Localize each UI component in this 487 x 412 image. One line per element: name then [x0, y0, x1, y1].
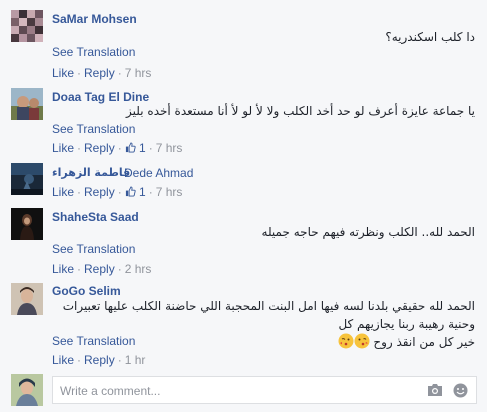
like-link[interactable]: Like — [52, 262, 74, 276]
reply-link[interactable]: Reply — [84, 141, 115, 155]
like-link[interactable]: Like — [52, 353, 74, 367]
commenter-name[interactable]: Doaa Tag El Dine — [52, 90, 149, 104]
comment-input[interactable]: Write a comment... — [52, 376, 477, 404]
comment-actions: Like · Reply · 1 hr — [52, 353, 146, 367]
see-translation-link[interactable]: See Translation — [52, 242, 135, 256]
thumbs-up-icon — [125, 142, 136, 153]
comment-text: يا جماعة عايزة أعرف لو حد أخد الكلب ولا … — [126, 104, 475, 118]
commenter-name[interactable]: ShaheSta Saad — [52, 210, 139, 224]
avatar[interactable] — [11, 208, 43, 240]
comment-text: دا كلب اسكندريه؟ — [385, 30, 475, 44]
like-link[interactable]: Like — [52, 66, 74, 80]
smiley-icon[interactable] — [453, 383, 468, 398]
like-link[interactable]: Like — [52, 185, 74, 199]
comment-text-line: خير كل من انقذ روح — [373, 335, 475, 349]
thumbs-up-icon — [125, 186, 136, 197]
comment-text: الحمد لله.. الكلب ونظرته فيهم حاجه جميله — [261, 225, 475, 239]
commenter-name[interactable]: Dede Ahmad — [124, 166, 193, 180]
avatar[interactable] — [11, 88, 43, 120]
like-link[interactable]: Like — [52, 141, 74, 155]
comment-input-placeholder: Write a comment... — [60, 384, 161, 398]
comment-actions: Like · Reply · 7 hrs — [52, 66, 152, 80]
timestamp[interactable]: 7 hrs — [156, 141, 183, 155]
kiss-emoji-icon — [354, 333, 369, 349]
reply-link[interactable]: Reply — [84, 353, 115, 367]
commenter-name[interactable]: GoGo Selim — [52, 284, 121, 298]
camera-icon[interactable] — [427, 383, 443, 397]
avatar[interactable] — [11, 10, 43, 42]
avatar[interactable] — [11, 283, 43, 315]
like-count[interactable]: 1 — [125, 185, 146, 199]
commenter-name[interactable]: SaMar Mohsen — [52, 12, 137, 26]
see-translation-link[interactable]: See Translation — [52, 45, 135, 59]
kiss-emoji-icon — [338, 333, 353, 349]
timestamp[interactable]: 7 hrs — [125, 66, 152, 80]
see-translation-link[interactable]: See Translation — [52, 334, 135, 348]
like-count[interactable]: 1 — [125, 141, 146, 155]
reply-link[interactable]: Reply — [84, 262, 115, 276]
comment-text-line: الحمد لله حقيقي بلدنا لسه فيها امل البنت… — [62, 299, 475, 331]
current-user-avatar[interactable] — [11, 374, 43, 406]
comment-actions: Like · Reply · 1 · 7 hrs — [52, 185, 183, 199]
reply-link[interactable]: Reply — [84, 185, 115, 199]
comment-actions: Like · Reply · 1 · 7 hrs — [52, 141, 183, 155]
commenter-name-arabic[interactable]: فاطمة الزهراء — [52, 166, 130, 179]
timestamp[interactable]: 1 hr — [125, 353, 146, 367]
comment-actions: Like · Reply · 2 hrs — [52, 262, 152, 276]
timestamp[interactable]: 2 hrs — [125, 262, 152, 276]
avatar[interactable] — [11, 163, 43, 195]
see-translation-link[interactable]: See Translation — [52, 122, 135, 136]
reply-link[interactable]: Reply — [84, 66, 115, 80]
timestamp[interactable]: 7 hrs — [156, 185, 183, 199]
